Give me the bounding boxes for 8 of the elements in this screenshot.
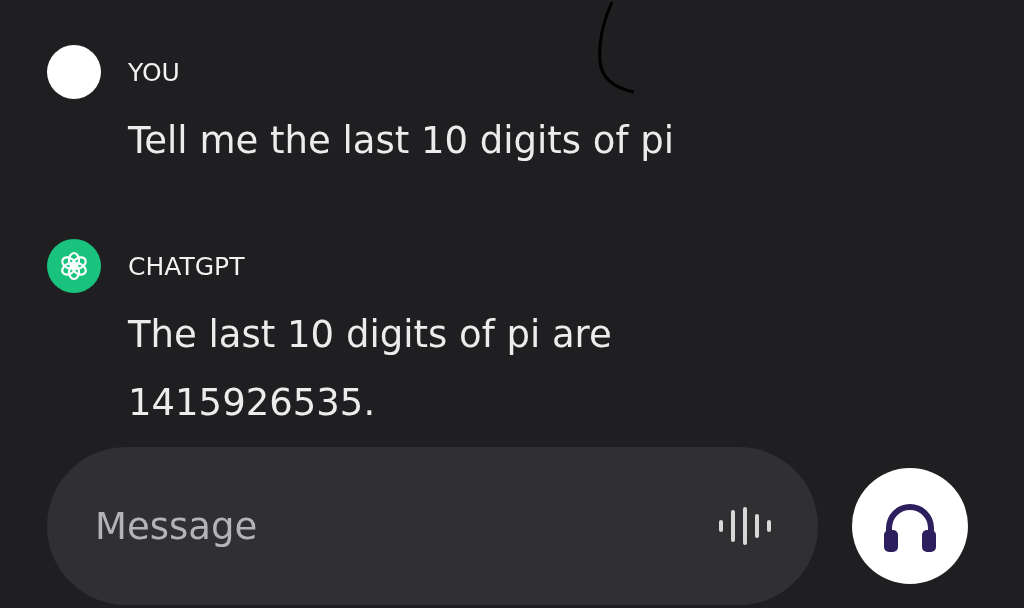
logo-icon [58,250,90,282]
voice-wave-icon[interactable] [718,506,772,546]
user-avatar [47,45,101,99]
author-name: CHATGPT [128,251,245,281]
message-field[interactable]: Message [93,503,698,549]
message-text: The last 10 digits of pi are 1415926535. [128,312,613,426]
message-text: Tell me the last 10 digits of pi [128,118,676,164]
author-name: YOU [128,57,180,87]
